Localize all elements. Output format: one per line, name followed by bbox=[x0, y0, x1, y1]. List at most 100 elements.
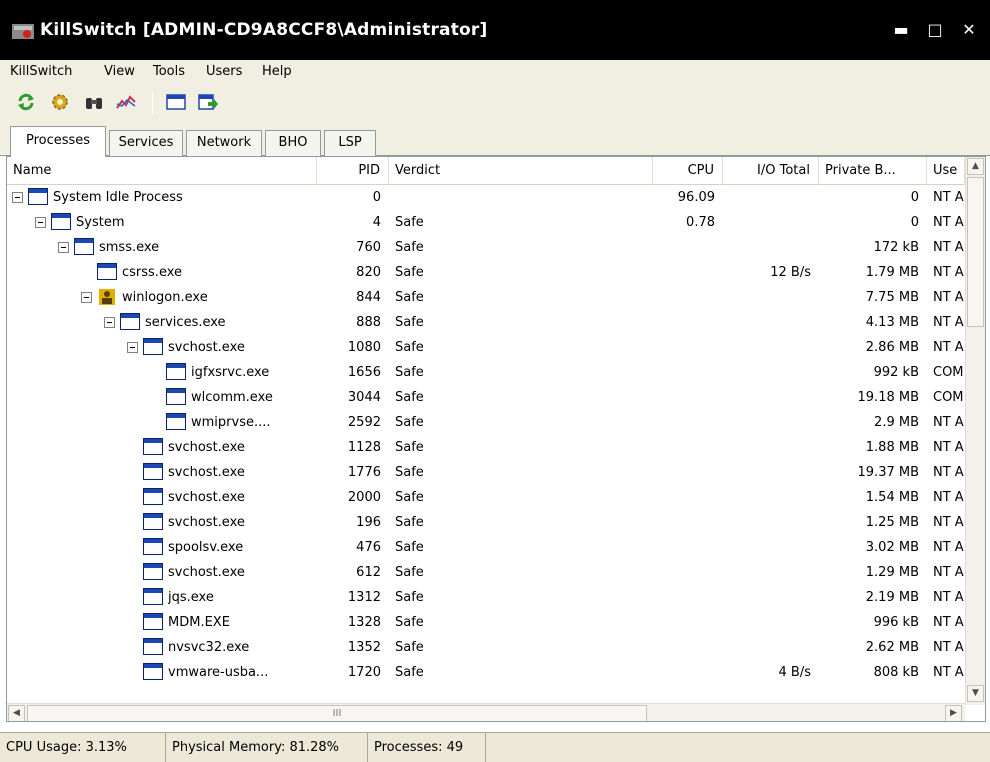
process-name: csrss.exe bbox=[122, 265, 183, 280]
scroll-down-button[interactable]: ▼ bbox=[967, 685, 984, 702]
scroll-up-button[interactable]: ▲ bbox=[967, 158, 984, 175]
process-pid: 2000 bbox=[347, 490, 381, 505]
tree-collapse-toggle[interactable] bbox=[127, 342, 138, 353]
table-row[interactable]: spoolsv.exe 476 Safe 3.02 MB NT A bbox=[7, 535, 965, 560]
table-row[interactable]: wlcomm.exe 3044 Safe 19.18 MB COM bbox=[7, 385, 965, 410]
table-row[interactable]: svchost.exe 1080 Safe 2.86 MB NT A bbox=[7, 335, 965, 360]
table-row[interactable]: nvsvc32.exe 1352 Safe 2.62 MB NT A bbox=[7, 635, 965, 660]
process-io-total bbox=[723, 360, 811, 385]
process-user: NT A bbox=[933, 415, 964, 430]
export-icon[interactable] bbox=[198, 92, 218, 112]
menu-users[interactable]: Users bbox=[206, 64, 242, 79]
scroll-left-button[interactable]: ◀ bbox=[8, 705, 25, 721]
minimize-button[interactable]: ▬ bbox=[888, 17, 914, 43]
vertical-scroll-thumb[interactable] bbox=[967, 177, 984, 327]
column-header-verdict[interactable]: Verdict bbox=[389, 157, 653, 185]
table-row[interactable]: svchost.exe 612 Safe 1.29 MB NT A bbox=[7, 560, 965, 585]
table-row[interactable]: svchost.exe 196 Safe 1.25 MB NT A bbox=[7, 510, 965, 535]
process-verdict: Safe bbox=[395, 340, 424, 355]
table-row[interactable]: winlogon.exe 844 Safe 7.75 MB NT A bbox=[7, 285, 965, 310]
process-user: NT A bbox=[933, 440, 964, 455]
table-row[interactable]: services.exe 888 Safe 4.13 MB NT A bbox=[7, 310, 965, 335]
maximize-button[interactable]: □ bbox=[922, 17, 948, 43]
process-verdict: Safe bbox=[395, 240, 424, 255]
toolbar bbox=[0, 86, 990, 118]
table-row[interactable]: vmware-usba... 1720 Safe 4 B/s 808 kB NT A bbox=[7, 660, 965, 685]
tab-strip: Processes Services Network BHO LSP bbox=[0, 118, 990, 157]
process-io-total bbox=[723, 210, 811, 235]
column-header-pid[interactable]: PID bbox=[317, 157, 389, 185]
menu-help[interactable]: Help bbox=[262, 64, 292, 79]
process-pid: 1720 bbox=[347, 665, 381, 680]
killswitch-app-icon bbox=[12, 24, 34, 39]
process-cpu bbox=[653, 310, 715, 335]
menu-view[interactable]: View bbox=[104, 64, 135, 79]
tab-lsp[interactable]: LSP bbox=[324, 130, 376, 156]
toolbar-separator bbox=[152, 92, 153, 114]
tree-collapse-toggle[interactable] bbox=[35, 217, 46, 228]
tab-network[interactable]: Network bbox=[186, 130, 262, 156]
process-user: NT A bbox=[933, 640, 964, 655]
table-row[interactable]: MDM.EXE 1328 Safe 996 kB NT A bbox=[7, 610, 965, 635]
process-verdict: Safe bbox=[395, 365, 424, 380]
process-window-icon bbox=[143, 638, 163, 655]
status-bar: CPU Usage: 3.13% Physical Memory: 81.28%… bbox=[0, 732, 990, 762]
tab-processes[interactable]: Processes bbox=[10, 126, 106, 157]
table-row[interactable]: igfxsrvc.exe 1656 Safe 992 kB COM bbox=[7, 360, 965, 385]
process-pid: 612 bbox=[356, 565, 381, 580]
table-row[interactable]: csrss.exe 820 Safe 12 B/s 1.79 MB NT A bbox=[7, 260, 965, 285]
process-window-icon bbox=[143, 438, 163, 455]
table-row[interactable]: svchost.exe 1128 Safe 1.88 MB NT A bbox=[7, 435, 965, 460]
process-io-total bbox=[723, 485, 811, 510]
process-io-total bbox=[723, 560, 811, 585]
table-row[interactable]: svchost.exe 1776 Safe 19.37 MB NT A bbox=[7, 460, 965, 485]
process-pid: 476 bbox=[356, 540, 381, 555]
process-private-bytes: 172 kB bbox=[873, 240, 919, 255]
process-verdict: Safe bbox=[395, 415, 424, 430]
table-row[interactable]: svchost.exe 2000 Safe 1.54 MB NT A bbox=[7, 485, 965, 510]
table-row[interactable]: System Idle Process 0 96.09 0 NT A bbox=[7, 185, 965, 210]
chart-icon[interactable] bbox=[116, 92, 136, 112]
process-verdict: Safe bbox=[395, 440, 424, 455]
process-cpu bbox=[653, 560, 715, 585]
settings-gear-icon[interactable] bbox=[50, 92, 70, 112]
menu-killswitch[interactable]: KillSwitch bbox=[10, 64, 72, 79]
column-header-name[interactable]: Name bbox=[7, 157, 317, 185]
process-name: System bbox=[76, 215, 125, 230]
column-header-private-bytes[interactable]: Private B... bbox=[819, 157, 927, 185]
column-header-io-total[interactable]: I/O Total bbox=[723, 157, 819, 185]
process-pid: 820 bbox=[356, 265, 381, 280]
process-private-bytes: 1.29 MB bbox=[865, 565, 919, 580]
column-header-cpu[interactable]: CPU bbox=[653, 157, 723, 185]
process-io-total bbox=[723, 410, 811, 435]
window-icon[interactable] bbox=[166, 92, 186, 112]
binoculars-find-icon[interactable] bbox=[84, 92, 104, 112]
horizontal-scrollbar[interactable]: ◀ III ▶ bbox=[7, 703, 965, 721]
table-row[interactable]: smss.exe 760 Safe 172 kB NT A bbox=[7, 235, 965, 260]
tab-bho[interactable]: BHO bbox=[265, 130, 321, 156]
refresh-icon[interactable] bbox=[16, 92, 36, 112]
process-pid: 1328 bbox=[347, 615, 381, 630]
status-process-count: Processes: 49 bbox=[368, 733, 486, 762]
process-name: svchost.exe bbox=[168, 490, 245, 505]
tree-collapse-toggle[interactable] bbox=[58, 242, 69, 253]
process-cpu bbox=[653, 460, 715, 485]
tree-collapse-toggle[interactable] bbox=[12, 192, 23, 203]
process-private-bytes: 0 bbox=[910, 215, 919, 230]
process-name: svchost.exe bbox=[168, 515, 245, 530]
process-cpu bbox=[653, 360, 715, 385]
scroll-right-button[interactable]: ▶ bbox=[945, 705, 962, 721]
process-verdict: Safe bbox=[395, 490, 424, 505]
vertical-scrollbar[interactable]: ▲ ▼ bbox=[965, 157, 985, 705]
tree-collapse-toggle[interactable] bbox=[81, 292, 92, 303]
close-button[interactable]: ✕ bbox=[956, 17, 982, 43]
tree-collapse-toggle[interactable] bbox=[104, 317, 115, 328]
table-row[interactable]: System 4 Safe 0.78 0 NT A bbox=[7, 210, 965, 235]
menu-tools[interactable]: Tools bbox=[153, 64, 185, 79]
table-row[interactable]: jqs.exe 1312 Safe 2.19 MB NT A bbox=[7, 585, 965, 610]
status-cpu-usage: CPU Usage: 3.13% bbox=[0, 733, 166, 762]
column-header-user[interactable]: Use bbox=[927, 157, 965, 185]
horizontal-scroll-thumb[interactable]: III bbox=[27, 705, 647, 721]
tab-services[interactable]: Services bbox=[109, 130, 183, 156]
table-row[interactable]: wmiprvse.... 2592 Safe 2.9 MB NT A bbox=[7, 410, 965, 435]
